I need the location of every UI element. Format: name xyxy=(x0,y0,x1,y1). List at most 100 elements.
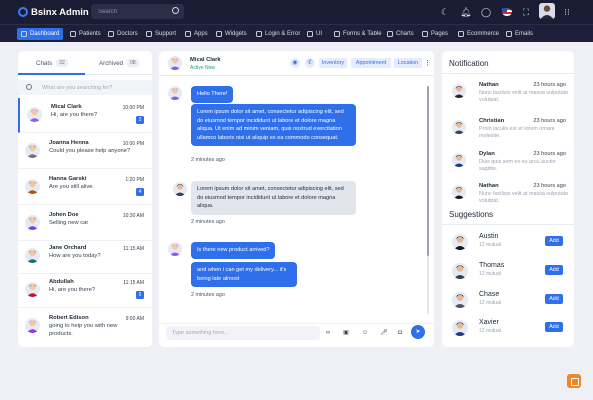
avatar xyxy=(25,179,40,194)
message-bubble: Lorem ipsum dolor sit amet, consectetur … xyxy=(191,181,356,215)
video-call-icon[interactable]: ◉ xyxy=(290,58,300,68)
chat-search xyxy=(18,80,152,95)
nav-ecommerce[interactable]: Ecommerce xyxy=(454,28,503,40)
nav-pages[interactable]: Pages xyxy=(418,28,452,40)
us-flag-icon[interactable] xyxy=(502,8,512,16)
unread-badge: 2 xyxy=(136,116,144,124)
avatar xyxy=(452,263,468,279)
apps-icon xyxy=(185,31,191,37)
scrollbar-thumb[interactable] xyxy=(427,86,429,256)
chat-list-item[interactable]: Johen Doe Selling new car 10:30 AM xyxy=(18,206,152,241)
nav-forms-table[interactable]: Forms & Table xyxy=(330,28,386,40)
avatar xyxy=(452,120,466,134)
login-icon xyxy=(256,31,262,37)
chat-list-item[interactable]: Mical Clark Hi, are you there? 10:00 PM … xyxy=(18,98,152,133)
patients-icon xyxy=(70,31,76,37)
global-search xyxy=(91,4,184,19)
nav-widgets[interactable]: Widgets xyxy=(212,28,251,40)
inventory-button[interactable]: Inventory xyxy=(319,58,347,68)
chats-count-badge: 32 xyxy=(56,59,68,67)
add-button[interactable]: Add xyxy=(545,294,563,304)
archived-count-badge: 08 xyxy=(127,59,139,67)
fullscreen-icon[interactable]: ⛶ xyxy=(521,7,531,17)
chat-list-item[interactable]: Abdullah Hi, are you there? 11:15 AM 5 xyxy=(18,273,152,308)
avatar xyxy=(452,320,468,336)
suggestion-item: Thomas 12 mutual Add xyxy=(442,260,574,287)
chat-bubble-icon[interactable]: ◯ xyxy=(481,7,491,17)
tab-archived[interactable]: Archived 08 xyxy=(99,59,139,67)
chat-list-item[interactable]: Jane Orchard How are you today? 11:15 AM xyxy=(18,239,152,274)
user-avatar[interactable] xyxy=(539,3,555,19)
message-timestamp: 2 minutes ago xyxy=(191,292,225,298)
avatar xyxy=(25,282,40,297)
camera-icon[interactable]: ◘ xyxy=(397,330,403,336)
nav-charts[interactable]: Charts xyxy=(383,28,418,40)
chat-list-item[interactable]: Joanna Henna Could you please help anyon… xyxy=(18,134,152,169)
suggestion-item: Austin 12 mutual Add xyxy=(442,231,574,258)
suggestions-title: Suggestions xyxy=(449,210,494,219)
nav-dashboard[interactable]: Dashboard xyxy=(17,28,64,40)
add-button[interactable]: Add xyxy=(545,236,563,246)
image-icon[interactable]: ▣ xyxy=(343,330,349,336)
layout-settings-icon[interactable] xyxy=(567,374,581,388)
send-button[interactable]: ➤ xyxy=(411,325,425,339)
notification-item[interactable]: Dylan 23 hours ago Duis quis sem ex eu a… xyxy=(442,148,574,182)
contact-name: Mical Clark xyxy=(190,57,221,63)
more-options-icon[interactable]: ⋮ xyxy=(424,59,431,67)
charts-icon xyxy=(387,31,393,37)
message-bubble: Lorem ipsum dolor sit amet, consectetur … xyxy=(191,104,356,147)
brand[interactable]: Bsinx Admin xyxy=(18,7,89,18)
message-timestamp: 2 minutes ago xyxy=(191,157,225,163)
phone-icon[interactable]: ✆ xyxy=(305,58,315,68)
doctors-icon xyxy=(108,31,114,37)
brand-logo-icon xyxy=(18,7,28,17)
add-button[interactable]: Add xyxy=(545,322,563,332)
chat-list-item[interactable]: Hanna Garski Are you still alive. 1:20 P… xyxy=(18,170,152,205)
chat-list-item[interactable]: Robert Edison going to help you with new… xyxy=(18,309,152,347)
avatar xyxy=(25,143,40,158)
tab-chats[interactable]: Chats 32 xyxy=(36,59,68,67)
nav-patients[interactable]: Patients xyxy=(66,28,105,40)
side-panel: Notification Nathan 23 hours ago Nunc fa… xyxy=(442,51,574,347)
microphone-icon[interactable]: 🎤︎ xyxy=(380,330,388,336)
avatar xyxy=(168,56,182,70)
location-button[interactable]: Location xyxy=(394,58,422,68)
bell-icon[interactable]: 🔔︎ xyxy=(460,7,471,17)
divider xyxy=(442,224,574,225)
notification-item[interactable]: Christian 23 hours ago Proin iaculis est… xyxy=(442,115,574,149)
message-composer: ∞ ▣ ☺ 🎤︎ ◘ ➤ xyxy=(159,323,434,347)
chat-search-input[interactable] xyxy=(42,82,142,93)
settings-grid-icon[interactable]: ⁝⁝ xyxy=(562,7,572,17)
active-tab-indicator xyxy=(18,73,85,75)
add-button[interactable]: Add xyxy=(545,265,563,275)
appointment-button[interactable]: Appointment xyxy=(351,58,391,68)
forms-icon xyxy=(334,31,340,37)
unread-badge: 5 xyxy=(136,291,144,299)
nav-apps[interactable]: Apps xyxy=(181,28,212,40)
notification-item[interactable]: Nathan 23 hours ago Nunc facilisis velit… xyxy=(442,79,574,113)
suggestion-item: Xavier 12 mutual Add xyxy=(442,317,574,344)
avatar xyxy=(452,153,466,167)
search-icon[interactable] xyxy=(172,7,179,14)
link-icon[interactable]: ∞ xyxy=(325,330,331,336)
conversation-panel: Mical Clark Active Now ◉ ✆ Inventory App… xyxy=(159,51,434,347)
unread-badge: 4 xyxy=(136,188,144,196)
app-title: Bsinx Admin xyxy=(31,6,89,18)
message-input[interactable] xyxy=(166,326,320,340)
nav-login-error[interactable]: Login & Error xyxy=(252,28,304,40)
nav-support[interactable]: Support xyxy=(142,28,180,40)
message-bubble: and when i can get my delivery... it's b… xyxy=(191,262,297,288)
nav-ui[interactable]: UI xyxy=(303,28,326,40)
support-icon xyxy=(146,31,152,37)
avatar xyxy=(25,318,40,333)
emoji-icon[interactable]: ☺ xyxy=(362,330,368,336)
nav-doctors[interactable]: Doctors xyxy=(104,28,142,40)
avatar xyxy=(25,215,40,230)
divider xyxy=(442,73,574,74)
global-search-input[interactable] xyxy=(91,4,166,19)
widgets-icon xyxy=(216,31,222,37)
notification-item[interactable]: Nathan 23 hours ago Nunc facilisis velit… xyxy=(442,180,574,214)
moon-icon[interactable]: ☾ xyxy=(440,7,450,17)
message-timestamp: 2 minutes ago xyxy=(191,219,225,225)
nav-emails[interactable]: Emails xyxy=(502,28,537,40)
